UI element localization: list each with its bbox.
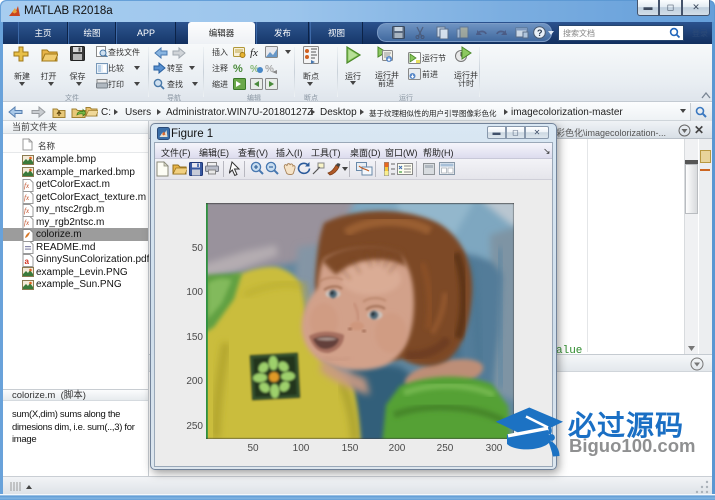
svg-text:%: % — [233, 63, 243, 74]
svg-text:fx: fx — [24, 182, 30, 190]
svg-text:fx: fx — [24, 219, 30, 227]
svg-text:fx: fx — [24, 194, 30, 202]
svg-text:?: ? — [537, 28, 543, 38]
svg-text:%: % — [265, 64, 274, 74]
svg-text:a: a — [25, 257, 30, 266]
svg-text:fx: fx — [250, 47, 258, 58]
svg-text:fx: fx — [24, 207, 30, 215]
